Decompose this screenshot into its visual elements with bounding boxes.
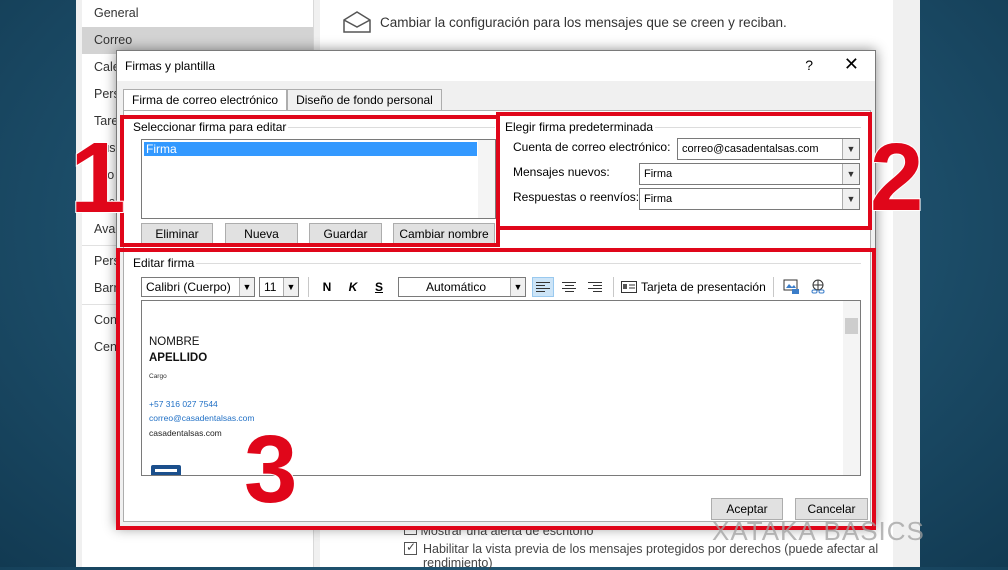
highlight-box-1 bbox=[120, 115, 500, 247]
tab-firma[interactable]: Firma de correo electrónico bbox=[123, 89, 288, 111]
highlight-box-2 bbox=[496, 112, 872, 230]
protected-preview-checkbox[interactable] bbox=[404, 540, 417, 555]
close-button[interactable]: ✕ bbox=[844, 54, 859, 75]
dialog-tabs: Firma de correo electrónico Diseño de fo… bbox=[123, 89, 442, 111]
annotation-number-1: 1 bbox=[69, 122, 127, 234]
watermark: XATAKA BASICS bbox=[712, 516, 925, 547]
options-scrollbar[interactable] bbox=[893, 0, 906, 567]
sidebar-item-general[interactable]: General bbox=[82, 0, 313, 27]
protected-preview-label-cont: rendimiento) bbox=[423, 556, 493, 570]
annotation-number-2: 2 bbox=[869, 124, 924, 231]
options-header: Cambiar la configuración para los mensaj… bbox=[342, 10, 787, 34]
options-header-text: Cambiar la configuración para los mensaj… bbox=[380, 14, 787, 30]
annotation-number-3: 3 bbox=[243, 416, 298, 523]
dialog-titlebar: Firmas y plantilla ? ✕ bbox=[117, 51, 875, 81]
dialog-title: Firmas y plantilla bbox=[125, 59, 216, 73]
envelope-icon bbox=[343, 11, 371, 33]
highlight-box-3 bbox=[116, 248, 876, 530]
help-button[interactable]: ? bbox=[805, 57, 813, 73]
tab-diseno[interactable]: Diseño de fondo personal bbox=[287, 89, 442, 110]
watermark-text: XATAKA BASICS bbox=[712, 516, 925, 546]
